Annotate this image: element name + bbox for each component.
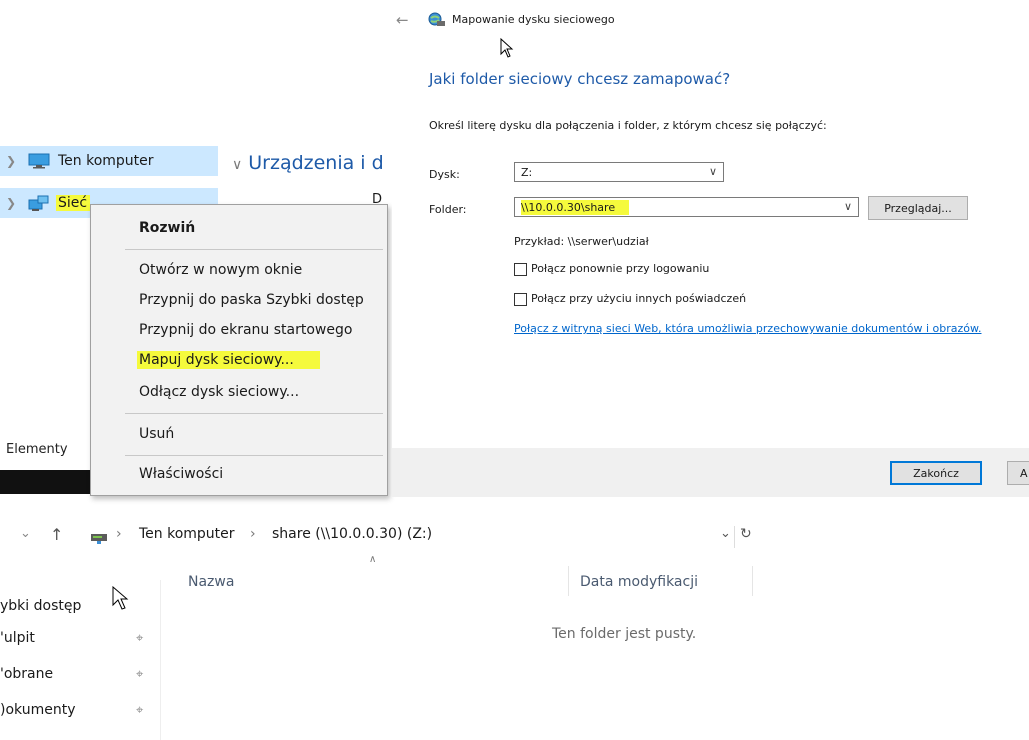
breadcrumb-this-pc[interactable]: Ten komputer <box>139 526 235 542</box>
network-drive-icon <box>428 12 446 32</box>
quick-access-item[interactable]: )okumenty <box>0 702 75 718</box>
menu-separator <box>125 249 383 250</box>
drive-label: Dysk: <box>429 168 460 181</box>
finish-button[interactable]: Zakończ <box>890 461 982 485</box>
menu-item-delete[interactable]: Usuń <box>137 425 176 443</box>
chevron-right-icon[interactable]: ❯ <box>6 154 20 168</box>
folder-path-input[interactable]: \\10.0.0.30\share ∨ <box>514 197 859 217</box>
chevron-down-icon: ∨ <box>232 157 243 173</box>
empty-folder-message: Ten folder jest pusty. <box>552 626 697 642</box>
quick-access-item[interactable]: 'ulpit <box>0 630 35 646</box>
menu-item-disconnect-network-drive[interactable]: Odłącz dysk sieciowy... <box>137 383 301 401</box>
menu-item-open-new-window[interactable]: Otwórz w nowym oknie <box>137 261 304 279</box>
status-items-label: Elementy <box>6 442 68 457</box>
quick-access-item[interactable]: 'obrane <box>0 666 53 682</box>
breadcrumb-separator: › <box>250 526 256 542</box>
recent-locations-chevron-icon[interactable]: ⌄ <box>20 526 31 541</box>
quick-access-pane: ybki dostęp 'ulpit ⌖ 'obrane ⌖ )okumenty… <box>0 580 161 740</box>
menu-separator <box>125 455 383 456</box>
map-network-drive-dialog: ← Mapowanie dysku sieciowego Jaki folder… <box>392 0 1029 497</box>
menu-separator <box>125 413 383 414</box>
refresh-icon[interactable]: ↻ <box>740 526 752 542</box>
other-credentials-label[interactable]: Połącz przy użyciu innych poświadczeń <box>531 292 746 305</box>
nav-item-label: Ten komputer <box>58 153 154 169</box>
nav-item-this-pc[interactable]: ❯ Ten komputer <box>0 146 218 176</box>
sort-up-icon: ∧ <box>369 554 377 565</box>
devices-group-header[interactable]: ∨ Urządzenia i d <box>232 152 384 174</box>
breadcrumb-share[interactable]: share (\\10.0.0.30) (Z:) <box>272 526 432 542</box>
pin-icon: ⌖ <box>136 631 144 646</box>
column-divider <box>568 566 569 596</box>
nav-item-label: Sieć <box>56 195 91 211</box>
menu-item-properties[interactable]: Właściwości <box>137 465 225 483</box>
column-divider <box>752 566 753 596</box>
address-divider <box>734 526 735 548</box>
instruction-text: Określ literę dysku dla połączenia i fol… <box>429 119 827 132</box>
taskbar-fragment <box>0 470 92 494</box>
menu-item-pin-quick-access[interactable]: Przypnij do paska Szybki dostęp <box>137 291 366 309</box>
drive-letter-select[interactable]: Z: ∨ <box>514 162 724 182</box>
example-text: Przykład: \\serwer\udział <box>514 235 649 248</box>
cancel-button[interactable]: A <box>1007 461 1029 485</box>
menu-item-map-network-drive[interactable]: Mapuj dysk sieciowy... <box>137 351 320 369</box>
group-header-label: Urządzenia i d <box>248 152 384 174</box>
network-drive-icon <box>90 530 108 549</box>
drive-letter-value: Z: <box>521 165 533 179</box>
web-storage-link[interactable]: Połącz z witryną sieci Web, która umożli… <box>514 322 981 335</box>
reconnect-label[interactable]: Połącz ponownie przy logowaniu <box>531 262 709 275</box>
address-dropdown-icon[interactable]: ⌄ <box>720 526 731 541</box>
up-arrow-icon[interactable]: ↑ <box>50 525 63 544</box>
browse-button[interactable]: Przeglądaj... <box>868 196 968 220</box>
quick-access-header[interactable]: ybki dostęp <box>0 598 81 614</box>
breadcrumb-separator: › <box>116 526 122 542</box>
other-credentials-checkbox[interactable] <box>514 293 527 306</box>
column-header-date[interactable]: Data modyfikacji <box>580 574 698 590</box>
column-header-name[interactable]: Nazwa <box>188 574 234 590</box>
chevron-down-icon: ∨ <box>708 165 717 178</box>
pin-icon: ⌖ <box>136 703 144 718</box>
computer-icon <box>26 153 52 169</box>
dialog-footer: Zakończ A <box>392 448 1029 497</box>
context-menu: Rozwiń Otwórz w nowym oknie Przypnij do … <box>90 204 388 496</box>
window-title: Mapowanie dysku sieciowego <box>452 13 615 26</box>
network-icon <box>26 194 52 212</box>
chevron-down-icon[interactable]: ∨ <box>844 200 852 213</box>
address-bar-row: ⌄ ↑ › Ten komputer › share (\\10.0.0.30)… <box>0 522 1029 552</box>
folder-path-value: \\10.0.0.30\share <box>521 199 630 215</box>
mouse-cursor-icon <box>112 585 130 614</box>
chevron-right-icon[interactable]: ❯ <box>6 196 20 210</box>
reconnect-checkbox[interactable] <box>514 263 527 276</box>
menu-item-pin-start[interactable]: Przypnij do ekranu startowego <box>137 321 354 339</box>
back-arrow-icon[interactable]: ← <box>396 11 409 29</box>
mouse-cursor-icon <box>500 37 514 62</box>
pin-icon: ⌖ <box>136 667 144 682</box>
menu-item-expand[interactable]: Rozwiń <box>137 219 197 237</box>
folder-label: Folder: <box>429 203 467 216</box>
dialog-heading: Jaki folder sieciowy chcesz zamapować? <box>429 70 731 88</box>
